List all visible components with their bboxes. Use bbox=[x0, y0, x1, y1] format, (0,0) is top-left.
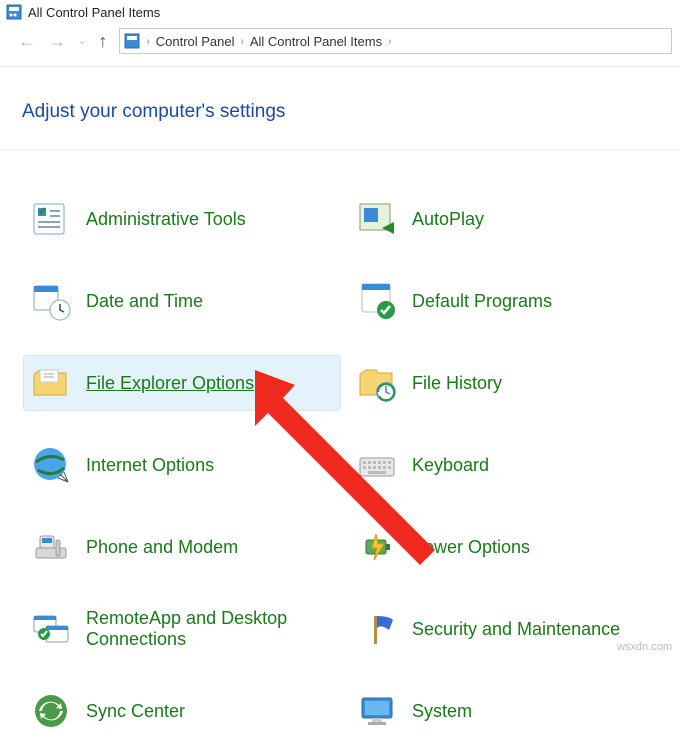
item-label: File Explorer Options bbox=[86, 373, 254, 394]
item-system[interactable]: System bbox=[350, 684, 666, 738]
breadcrumb-segment[interactable]: Control Panel bbox=[156, 34, 235, 49]
item-keyboard[interactable]: Keyboard bbox=[350, 438, 666, 492]
item-date-and-time[interactable]: Date and Time bbox=[24, 274, 340, 328]
administrative-tools-icon bbox=[30, 198, 72, 240]
item-label: System bbox=[412, 701, 472, 722]
breadcrumb-sep-icon: › bbox=[146, 36, 149, 47]
item-file-explorer-options[interactable]: File Explorer Options bbox=[24, 356, 340, 410]
control-panel-app-icon bbox=[6, 4, 22, 20]
item-phone-and-modem[interactable]: Phone and Modem bbox=[24, 520, 340, 574]
recent-dropdown[interactable]: ⌄ bbox=[78, 36, 86, 47]
forward-button[interactable]: → bbox=[48, 31, 66, 52]
item-autoplay[interactable]: AutoPlay bbox=[350, 192, 666, 246]
internet-options-icon bbox=[30, 444, 72, 486]
window-title: All Control Panel Items bbox=[28, 5, 160, 20]
item-label: File History bbox=[412, 373, 502, 394]
item-label: Security and Maintenance bbox=[412, 619, 620, 640]
item-label: AutoPlay bbox=[412, 209, 484, 230]
item-label: Keyboard bbox=[412, 455, 489, 476]
address-bar[interactable]: › Control Panel › All Control Panel Item… bbox=[119, 28, 672, 54]
up-button[interactable]: ↑ bbox=[98, 31, 107, 52]
breadcrumb-sep-icon: › bbox=[241, 36, 244, 47]
keyboard-icon bbox=[356, 444, 398, 486]
power-options-icon bbox=[356, 526, 398, 568]
sync-center-icon bbox=[30, 690, 72, 732]
file-history-icon bbox=[356, 362, 398, 404]
item-label: RemoteApp and Desktop Connections bbox=[86, 608, 334, 649]
item-label: Date and Time bbox=[86, 291, 203, 312]
back-button[interactable]: ← bbox=[18, 31, 36, 52]
item-label: Default Programs bbox=[412, 291, 552, 312]
item-label: Phone and Modem bbox=[86, 537, 238, 558]
navbar: ← → ⌄ ↑ › Control Panel › All Control Pa… bbox=[0, 24, 680, 67]
item-label: Administrative Tools bbox=[86, 209, 246, 230]
security-maintenance-icon bbox=[356, 608, 398, 650]
item-label: Sync Center bbox=[86, 701, 185, 722]
breadcrumb-sep-icon: › bbox=[388, 36, 391, 47]
page-title: Adjust your computer's settings bbox=[0, 67, 680, 150]
titlebar: All Control Panel Items bbox=[0, 0, 680, 24]
item-label: Power Options bbox=[412, 537, 530, 558]
item-file-history[interactable]: File History bbox=[350, 356, 666, 410]
file-explorer-options-icon bbox=[30, 362, 72, 404]
items-grid: Administrative Tools AutoPlay Date and T… bbox=[0, 150, 680, 738]
item-label: Internet Options bbox=[86, 455, 214, 476]
watermark: wsxdn.com bbox=[617, 641, 672, 653]
item-administrative-tools[interactable]: Administrative Tools bbox=[24, 192, 340, 246]
item-default-programs[interactable]: Default Programs bbox=[350, 274, 666, 328]
date-time-icon bbox=[30, 280, 72, 322]
item-sync-center[interactable]: Sync Center bbox=[24, 684, 340, 738]
autoplay-icon bbox=[356, 198, 398, 240]
item-remoteapp-desktop-connections[interactable]: RemoteApp and Desktop Connections bbox=[24, 602, 340, 656]
default-programs-icon bbox=[356, 280, 398, 322]
item-internet-options[interactable]: Internet Options bbox=[24, 438, 340, 492]
item-power-options[interactable]: Power Options bbox=[350, 520, 666, 574]
breadcrumb-segment[interactable]: All Control Panel Items bbox=[250, 34, 382, 49]
control-panel-icon bbox=[124, 33, 140, 49]
remoteapp-icon bbox=[30, 608, 72, 650]
system-icon bbox=[356, 690, 398, 732]
phone-modem-icon bbox=[30, 526, 72, 568]
